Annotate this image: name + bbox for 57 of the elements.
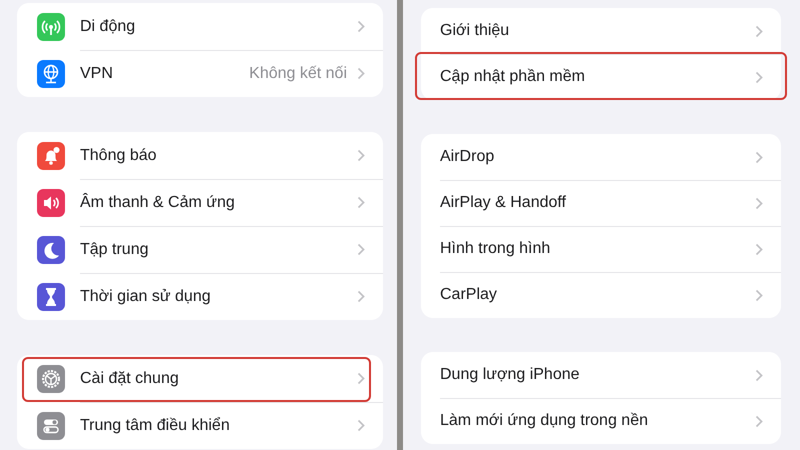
- chevron-right-icon: [755, 24, 763, 38]
- chevron-right-icon: [357, 196, 365, 209]
- setting-label: Thời gian sử dụng: [80, 286, 212, 306]
- chevron-right-icon: [755, 368, 763, 382]
- settings-row[interactable]: Di động: [17, 3, 383, 50]
- chevron-right-icon: [755, 70, 763, 84]
- moon-icon: [37, 236, 65, 264]
- chevron-right-icon: [357, 372, 365, 385]
- setting-label: Làm mới ứng dụng trong nền: [440, 411, 649, 431]
- setting-label: AirPlay & Handoff: [440, 193, 567, 213]
- gear-icon: [37, 364, 65, 392]
- setting-label: CarPlay: [440, 285, 498, 305]
- setting-label: Trung tâm điều khiển: [80, 416, 231, 436]
- setting-label: Di động: [80, 16, 136, 36]
- settings-row[interactable]: VPN Không kết nối: [17, 50, 383, 97]
- cellular-signal-icon: [37, 12, 65, 40]
- settings-row[interactable]: Dung lượng iPhone: [421, 352, 781, 398]
- toggle-switches-icon: [37, 412, 65, 440]
- globe-network-icon: [37, 60, 65, 88]
- settings-row[interactable]: Cập nhật phần mềm: [421, 54, 781, 100]
- setting-label: VPN: [80, 64, 114, 84]
- chevron-right-icon: [357, 419, 365, 432]
- chevron-right-icon: [357, 67, 365, 80]
- chevron-right-icon: [357, 243, 365, 256]
- settings-row[interactable]: Âm thanh & Cảm ứng: [17, 179, 383, 226]
- chevron-right-icon: [755, 242, 763, 256]
- setting-label: AirDrop: [440, 147, 496, 167]
- settings-row[interactable]: Hình trong hình: [421, 226, 781, 272]
- setting-label: Thông báo: [80, 146, 158, 166]
- settings-row[interactable]: AirDrop: [421, 134, 781, 180]
- setting-value: Không kết nối: [249, 64, 347, 84]
- setting-label: Cài đặt chung: [80, 368, 180, 388]
- settings-row[interactable]: Tập trung: [17, 226, 383, 273]
- settings-row[interactable]: Cài đặt chung: [17, 355, 383, 402]
- chevron-right-icon: [357, 20, 365, 33]
- setting-label: Hình trong hình: [440, 239, 552, 259]
- chevron-right-icon: [357, 149, 365, 162]
- chevron-right-icon: [755, 288, 763, 302]
- setting-label: Cập nhật phần mềm: [440, 67, 586, 87]
- chevron-right-icon: [755, 414, 763, 428]
- setting-label: Dung lượng iPhone: [440, 365, 581, 385]
- setting-label: Giới thiệu: [440, 21, 510, 41]
- settings-row[interactable]: CarPlay: [421, 272, 781, 318]
- settings-row[interactable]: Thời gian sử dụng: [17, 273, 383, 320]
- settings-row[interactable]: Giới thiệu: [421, 8, 781, 54]
- hourglass-icon: [37, 282, 65, 310]
- chevron-right-icon: [755, 150, 763, 164]
- bell-icon: [37, 142, 65, 170]
- settings-row[interactable]: Làm mới ứng dụng trong nền: [421, 398, 781, 444]
- speaker-icon: [37, 188, 65, 216]
- setting-label: Tập trung: [80, 240, 150, 260]
- settings-row[interactable]: AirPlay & Handoff: [421, 180, 781, 226]
- chevron-right-icon: [755, 196, 763, 210]
- settings-row[interactable]: Trung tâm điều khiển: [17, 402, 383, 449]
- setting-label: Âm thanh & Cảm ứng: [80, 192, 236, 212]
- settings-row[interactable]: Thông báo: [17, 132, 383, 179]
- chevron-right-icon: [357, 290, 365, 303]
